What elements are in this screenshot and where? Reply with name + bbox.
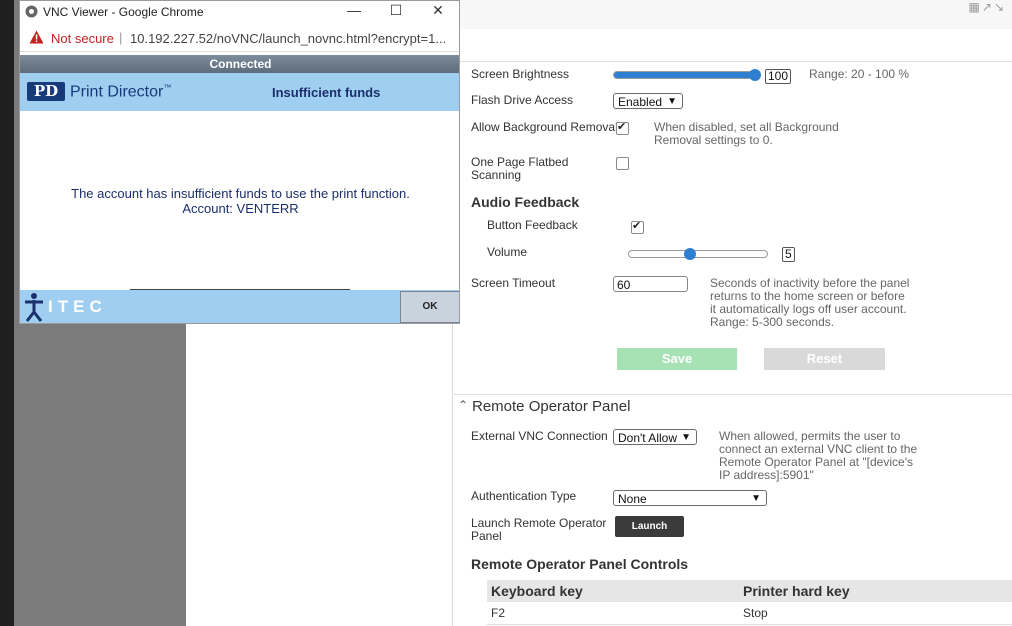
table-cell: F2 bbox=[487, 602, 739, 625]
flatbed-checkbox[interactable] bbox=[616, 157, 629, 170]
dialog-footer: ITEC OK bbox=[20, 290, 459, 323]
screen-timeout-input[interactable]: 60 bbox=[613, 276, 688, 292]
table-header-row: Keyboard key Printer hard key bbox=[487, 580, 1012, 602]
slider-thumb[interactable] bbox=[684, 248, 697, 260]
table-cell: Stop bbox=[739, 602, 1012, 625]
chevron-up-icon[interactable]: ⌃ bbox=[458, 398, 468, 412]
button-feedback-label: Button Feedback bbox=[487, 218, 578, 232]
controls-title: Remote Operator Panel Controls bbox=[471, 556, 689, 572]
app-name: Print Director™ bbox=[70, 83, 171, 101]
screen-brightness-range: Range: 20 - 100 % bbox=[809, 67, 910, 81]
dialog-title: Insufficient funds bbox=[272, 85, 381, 100]
auth-type-label: Authentication Type bbox=[471, 489, 577, 503]
slider-thumb[interactable] bbox=[749, 69, 761, 81]
external-vnc-label: External VNC Connection bbox=[471, 429, 608, 443]
launch-button[interactable]: Launch bbox=[615, 516, 684, 537]
warning-icon bbox=[29, 30, 44, 44]
screen-timeout-label: Screen Timeout bbox=[471, 276, 556, 290]
window-title: VNC Viewer - Google Chrome bbox=[43, 5, 204, 19]
itec-figure-icon bbox=[25, 293, 43, 322]
message-text: Account: VENTERR bbox=[182, 201, 299, 216]
background-dark-strip bbox=[0, 0, 14, 626]
chevron-down-icon: ▼ bbox=[681, 432, 691, 443]
slider-fill bbox=[614, 72, 756, 78]
security-warning[interactable]: Not secure bbox=[51, 31, 114, 46]
close-icon[interactable]: ✕ bbox=[428, 2, 448, 19]
auth-type-select[interactable]: None ▼ bbox=[613, 490, 767, 506]
launch-label: Panel bbox=[471, 529, 502, 543]
table-header: Keyboard key bbox=[487, 580, 739, 602]
table-header: Printer hard key bbox=[739, 580, 1012, 602]
button-feedback-checkbox[interactable] bbox=[631, 219, 644, 234]
flatbed-label: Scanning bbox=[471, 168, 522, 182]
url-text[interactable]: 10.192.227.52/noVNC/launch_novnc.html?en… bbox=[130, 31, 446, 46]
chevron-down-icon: ▼ bbox=[667, 96, 677, 107]
url-separator: | bbox=[119, 30, 123, 45]
screen-brightness-value[interactable]: 100 bbox=[765, 69, 792, 84]
external-vnc-value: Don't Allow bbox=[618, 431, 677, 445]
grid-expand-icon[interactable]: ▦↗↘ bbox=[969, 0, 1006, 14]
app-name-text: Print Director bbox=[70, 83, 164, 101]
connection-status: Connected bbox=[20, 55, 459, 73]
vnc-viewer-window[interactable]: VNC Viewer - Google Chrome — ☐ ✕ Not sec… bbox=[19, 0, 460, 324]
flash-drive-value: Enabled bbox=[618, 95, 663, 109]
flash-drive-select[interactable]: Enabled ▼ bbox=[613, 93, 683, 109]
reset-button[interactable]: Reset bbox=[764, 348, 885, 370]
app-header: PD Print Director™ Insufficient funds bbox=[20, 73, 459, 111]
flash-drive-label: Flash Drive Access bbox=[471, 93, 574, 107]
window-titlebar[interactable]: VNC Viewer - Google Chrome — ☐ ✕ bbox=[20, 1, 459, 23]
dialog-body: The account has insufficient funds to us… bbox=[20, 111, 459, 291]
divider bbox=[454, 394, 1012, 395]
auth-type-value: None bbox=[618, 492, 647, 506]
remote-panel-title[interactable]: Remote Operator Panel bbox=[472, 398, 630, 415]
external-vnc-hint: IP address]:5901" bbox=[719, 468, 814, 482]
trademark-mark: ™ bbox=[163, 83, 172, 92]
address-bar[interactable]: Not secure | 10.192.227.52/noVNC/launch_… bbox=[20, 25, 459, 52]
message-text: The account has insufficient funds to us… bbox=[71, 186, 410, 201]
keyboard-mapping-table: Keyboard key Printer hard key F2 Stop bbox=[487, 580, 1012, 625]
volume-slider[interactable] bbox=[628, 250, 768, 258]
volume-label: Volume bbox=[487, 245, 528, 259]
maximize-icon[interactable]: ☐ bbox=[386, 2, 406, 19]
background-removal-checkbox[interactable] bbox=[616, 120, 629, 135]
app-logo: PD bbox=[27, 82, 65, 101]
audio-feedback-title: Audio Feedback bbox=[471, 194, 580, 210]
chrome-icon bbox=[25, 5, 38, 18]
table-row: F2 Stop bbox=[487, 602, 1012, 625]
background-removal-hint: Removal settings to 0. bbox=[654, 133, 773, 147]
background-removal-label: Allow Background Removal bbox=[471, 120, 618, 134]
save-button[interactable]: Save bbox=[617, 348, 737, 370]
screen-brightness-slider[interactable] bbox=[613, 71, 757, 79]
top-toolbar-strip bbox=[460, 0, 1012, 29]
divider bbox=[460, 61, 1012, 62]
screen-brightness-label: Screen Brightness bbox=[471, 67, 570, 81]
chevron-down-icon: ▼ bbox=[751, 493, 761, 504]
itec-logo: ITEC bbox=[48, 297, 107, 316]
external-vnc-select[interactable]: Don't Allow ▼ bbox=[613, 429, 697, 445]
volume-value[interactable]: 5 bbox=[782, 247, 795, 262]
minimize-icon[interactable]: — bbox=[344, 2, 364, 18]
ok-button[interactable]: OK bbox=[400, 291, 459, 323]
screen-timeout-hint: Range: 5-300 seconds. bbox=[710, 315, 835, 329]
